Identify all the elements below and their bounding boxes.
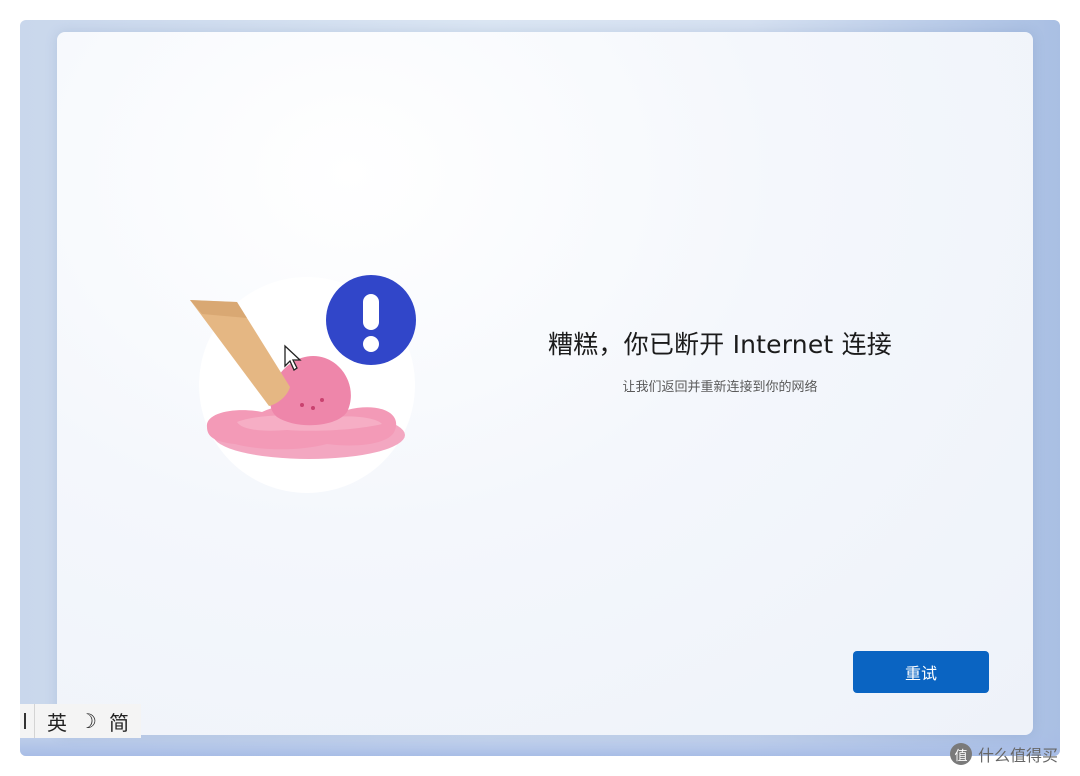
sprinkle: [311, 406, 315, 410]
exclamation-dot: [363, 336, 379, 352]
ime-drag-handle[interactable]: [24, 713, 26, 729]
page-subtitle: 让我们返回并重新连接到你的网络: [622, 380, 818, 395]
oobe-panel: 糟糕，你已断开 Internet 连接 让我们返回并重新连接到你的网络 重试: [57, 32, 1033, 735]
watermark-text: 什么值得买: [978, 746, 1059, 765]
ime-separator: [34, 704, 35, 738]
watermark: 值 什么值得买: [950, 741, 1058, 767]
sprinkle: [320, 398, 324, 402]
watermark-logo: 值: [950, 743, 972, 765]
moon-icon[interactable]: ☽: [79, 709, 97, 733]
ime-mode-toggle[interactable]: 英: [47, 707, 67, 736]
sprinkle: [300, 403, 304, 407]
ime-toolbar[interactable]: 英 ☽ 简: [20, 704, 141, 738]
exclamation-icon: [363, 294, 379, 330]
retry-button[interactable]: 重试: [853, 651, 989, 693]
melted-ice-cream-illustration: [190, 275, 416, 493]
ime-script-toggle[interactable]: 简: [109, 707, 129, 736]
page-title: 糟糕，你已断开 Internet 连接: [548, 330, 892, 359]
